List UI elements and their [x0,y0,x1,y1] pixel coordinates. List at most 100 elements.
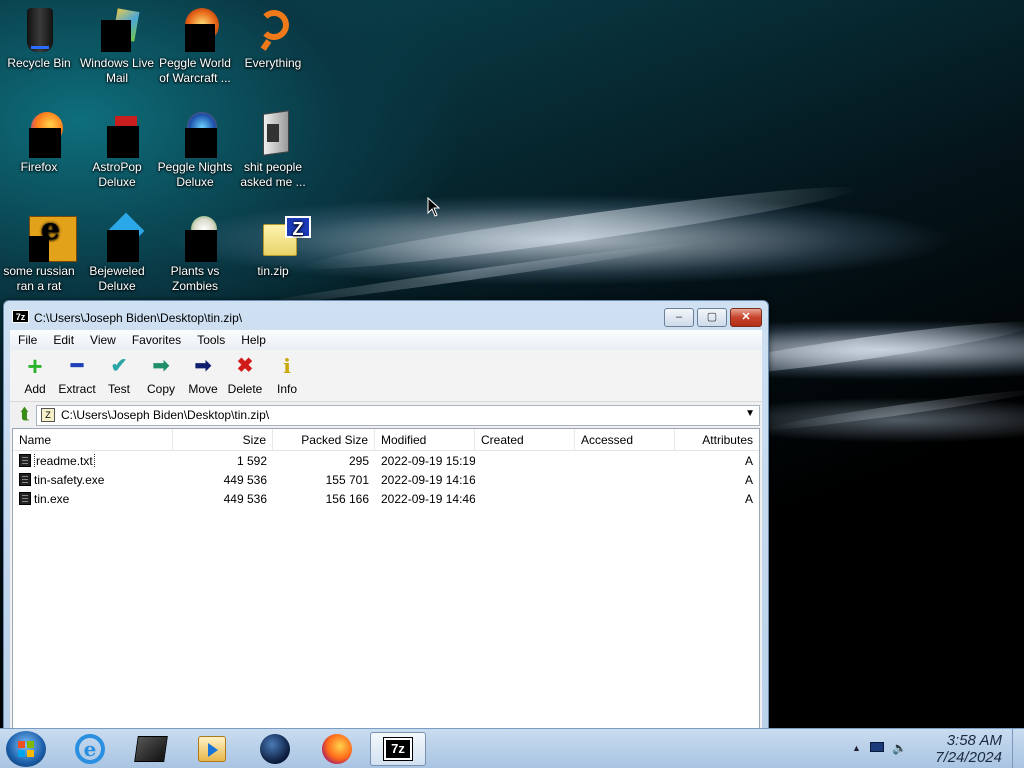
info-icon: i [283,354,291,378]
test-button[interactable]: ✔ Test [98,350,140,396]
desktop-icon-firefox[interactable]: Firefox [0,110,78,175]
file-modified: 2022-09-19 15:19 [381,453,475,468]
taskbar-firefox[interactable] [309,732,365,766]
desktop-icon-label: Bejeweled Deluxe [89,264,145,293]
desktop-icon-astropop[interactable]: AstroPop Deluxe [78,110,156,190]
test-label: Test [107,382,130,396]
taskbar-dark-app[interactable] [123,732,179,766]
desktop-icon-everything[interactable]: Everything [234,6,312,71]
taskbar-globe-app[interactable] [247,732,303,766]
file-packed-size: 155 701 [325,472,369,487]
close-button[interactable]: ✕ [730,308,762,327]
exe-file-icon [19,472,31,486]
menu-tools[interactable]: Tools [189,333,233,347]
file-attributes: A [744,453,753,468]
network-icon[interactable] [870,741,884,755]
column-created[interactable]: Created [475,429,575,450]
folder-document-icon [249,110,297,158]
menu-file[interactable]: File [10,333,45,347]
desktop-icon-recycle-bin[interactable]: Recycle Bin [0,6,78,71]
internet-explorer-icon: e [75,734,105,764]
executable-icon: e [15,214,77,262]
file-list[interactable]: Name Size Packed Size Modified Created A… [12,428,760,729]
column-attributes[interactable]: Attributes [675,429,759,450]
add-button[interactable]: + Add [14,350,56,396]
delete-button[interactable]: ✖ Delete [224,350,266,396]
globe-icon [260,734,290,764]
bejeweled-icon [93,212,145,262]
menu-view[interactable]: View [82,333,124,347]
clock-time: 3:58 AM [946,732,1002,749]
archive-icon: Z [41,408,55,422]
taskbar-media-player[interactable] [184,732,240,766]
column-name[interactable]: Name [13,429,173,450]
column-size[interactable]: Size [173,429,273,450]
address-input[interactable]: Z C:\Users\Joseph Biden\Desktop\tin.zip\… [36,404,760,426]
info-label: Info [276,382,297,396]
recycle-bin-icon [15,6,63,54]
desktop-icon-some-russian[interactable]: e some russian ran a rat [0,214,78,294]
test-check-icon: ✔ [110,355,128,377]
extract-button[interactable]: ━ Extract [56,350,98,396]
7zip-icon: 7z [383,737,413,761]
desktop-icon-label: Peggle Nights Deluxe [157,160,233,189]
clock-date: 7/24/2024 [935,749,1002,766]
system-clock[interactable]: 3:58 AM 7/24/2024 [935,732,1002,766]
7zip-app-icon: 7z [12,310,29,323]
table-row[interactable]: tin-safety.exe 449 536 155 701 2022-09-1… [13,470,759,489]
info-button[interactable]: i Info [266,350,308,396]
window-client-area: File Edit View Favorites Tools Help + Ad… [10,330,762,729]
desktop-icon-label: Everything [244,56,302,70]
add-plus-icon: + [27,351,43,381]
column-packed-size[interactable]: Packed Size [273,429,375,450]
firefox-icon [322,734,352,764]
copy-arrow-icon: ➡ [152,355,170,377]
column-modified[interactable]: Modified [375,429,475,450]
folder-up-icon[interactable]: ⮬ [14,405,36,425]
copy-button[interactable]: ➡ Copy [140,350,182,396]
desktop-icon-bejeweled[interactable]: Bejeweled Deluxe [78,212,156,294]
delete-label: Delete [227,382,263,396]
dark-box-icon [134,736,168,762]
show-hidden-icons-icon[interactable]: ▲ [852,743,861,753]
media-player-icon [198,736,226,762]
menu-help[interactable]: Help [233,333,274,347]
start-button[interactable] [6,731,46,767]
taskbar-internet-explorer[interactable]: e [62,732,118,766]
desktop-icon-label: shit people asked me ... [240,160,306,189]
7zip-file-manager-window[interactable]: 7z C:\Users\Joseph Biden\Desktop\tin.zip… [3,300,769,730]
add-label: Add [24,382,46,396]
taskbar-7zip[interactable]: 7z [370,732,426,766]
move-button[interactable]: ➡ Move [182,350,224,396]
minimize-button[interactable]: – [664,308,694,327]
desktop-icon-label: Plants vs Zombies [170,264,220,293]
desktop-icon-plants-vs-zombies[interactable]: Plants vs Zombies [156,214,234,294]
desktop-icon-peggle-wow[interactable]: Peggle World of Warcraft ... [156,6,234,86]
peggle-nights-icon [171,110,219,158]
window-titlebar[interactable]: 7z C:\Users\Joseph Biden\Desktop\tin.zip… [4,301,768,329]
windows-live-mail-icon [93,6,141,54]
address-dropdown-icon[interactable]: ▼ [745,408,755,419]
text-file-icon [19,453,31,467]
desktop-icon-peggle-nights[interactable]: Peggle Nights Deluxe [156,110,234,190]
desktop-icon-tin-zip[interactable]: Z tin.zip [234,214,312,279]
show-desktop-button[interactable] [1012,729,1024,768]
toolbar: + Add ━ Extract ✔ Test ➡ Copy ➡ Move ✖ D… [10,350,762,402]
menu-bar: File Edit View Favorites Tools Help [10,330,762,350]
taskbar: e 7z ▲ 🔈 3:58 AM 7/24/2024 [0,728,1024,768]
address-path: C:\Users\Joseph Biden\Desktop\tin.zip\ [61,408,270,422]
desktop-icon-windows-live-mail[interactable]: Windows Live Mail [78,6,156,86]
desktop-icon-shit-people[interactable]: shit people asked me ... [234,110,312,190]
maximize-button[interactable]: ▢ [697,308,727,327]
table-row[interactable]: readme.txt 1 592 295 2022-09-19 15:19 A [13,451,759,470]
peggle-wow-icon [171,6,219,54]
table-row[interactable]: tin.exe 449 536 156 166 2022-09-19 14:46… [13,489,759,508]
file-name: tin.exe [34,491,70,506]
mouse-cursor-icon [427,197,441,217]
desktop-icon-label: Windows Live Mail [79,56,155,85]
desktop-icon-label: some russian ran a rat [3,264,75,293]
column-accessed[interactable]: Accessed [575,429,675,450]
menu-edit[interactable]: Edit [45,333,82,347]
volume-icon[interactable]: 🔈 [892,741,907,755]
menu-favorites[interactable]: Favorites [124,333,189,347]
